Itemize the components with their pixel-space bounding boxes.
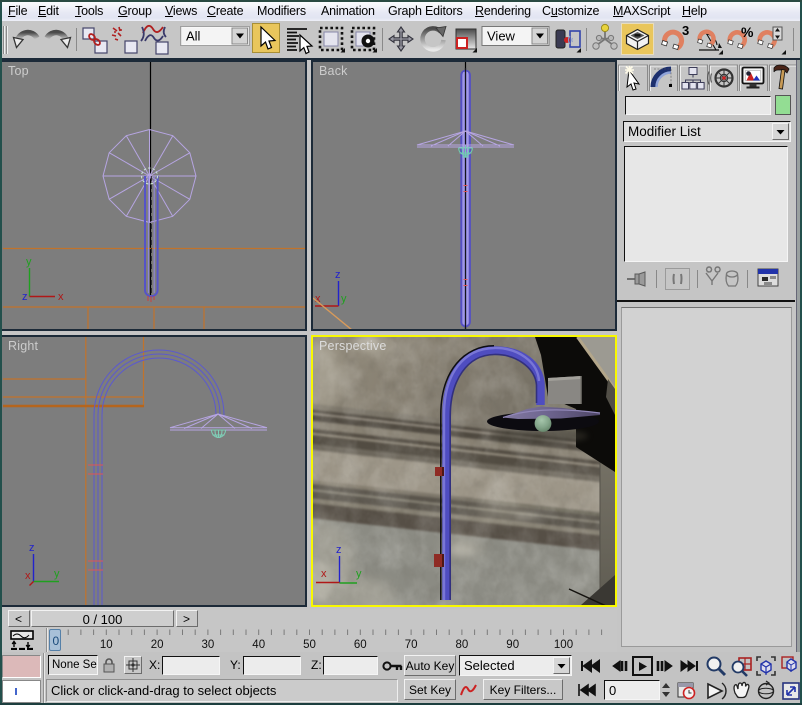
svg-text:30: 30: [202, 639, 215, 651]
svg-text:y: y: [54, 568, 60, 580]
svg-text:z: z: [335, 269, 341, 281]
svg-text:100: 100: [554, 639, 573, 651]
svg-text:50: 50: [303, 639, 316, 651]
svg-text:%: %: [741, 24, 754, 40]
svg-text:y: y: [26, 256, 32, 268]
svg-text:70: 70: [405, 639, 418, 651]
svg-text:y: y: [356, 568, 362, 580]
svg-text:x: x: [321, 568, 327, 580]
svg-text:20: 20: [151, 639, 164, 651]
svg-text:z: z: [336, 544, 342, 556]
svg-text:x: x: [25, 570, 31, 582]
svg-text:View: View: [487, 29, 516, 44]
svg-text:All: All: [186, 29, 201, 44]
svg-text:z: z: [22, 291, 28, 303]
svg-text:y: y: [341, 293, 347, 305]
svg-text:z: z: [29, 542, 35, 554]
svg-text:x: x: [58, 291, 64, 303]
svg-text:10: 10: [100, 639, 113, 651]
svg-text:60: 60: [354, 639, 367, 651]
svg-text:3: 3: [682, 23, 689, 38]
svg-text:80: 80: [456, 639, 469, 651]
svg-text:40: 40: [252, 639, 265, 651]
svg-text:90: 90: [506, 639, 519, 651]
